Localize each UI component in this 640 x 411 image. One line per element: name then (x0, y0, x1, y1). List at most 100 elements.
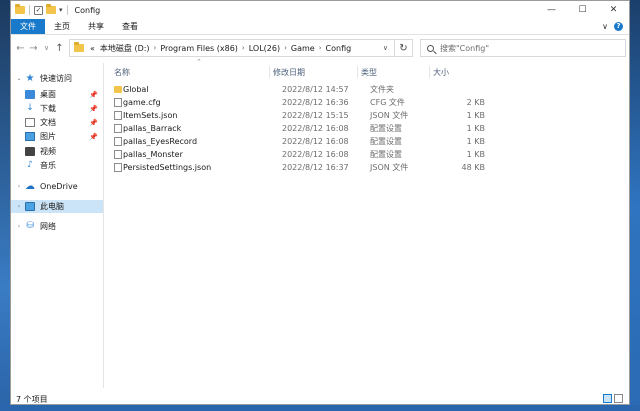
window-title: Config (74, 5, 101, 15)
close-button[interactable]: ✕ (598, 1, 629, 19)
address-bar[interactable]: « 本地磁盘 (D:) › Program Files (x86) › LOL(… (69, 39, 395, 57)
file-type: 文件夹 (370, 85, 394, 94)
sort-ascending-icon: ⌃ (196, 58, 202, 66)
desktop-icon (25, 90, 35, 99)
refresh-button[interactable]: ↻ (395, 39, 413, 57)
search-box[interactable] (420, 39, 626, 57)
new-folder-icon[interactable] (46, 4, 56, 14)
properties-icon[interactable]: ✓ (34, 5, 43, 15)
breadcrumb-item[interactable]: LOL(26) (249, 44, 280, 53)
details-view-icon[interactable] (603, 394, 612, 403)
table-row[interactable]: game.cfg 2022/8/12 16:36 CFG 文件 2 KB (111, 96, 491, 109)
column-header-type[interactable]: 类型 (357, 66, 429, 78)
sidebar-item-label: OneDrive (40, 182, 78, 191)
chevron-right-icon[interactable]: › (319, 44, 322, 52)
file-icon (114, 163, 122, 172)
pc-icon (25, 202, 35, 211)
tab-file[interactable]: 文件 (11, 19, 45, 34)
table-row[interactable]: ItemSets.json 2022/8/12 15:15 JSON 文件 1 … (111, 109, 491, 122)
folder-icon (15, 4, 25, 14)
sidebar-item-label: 此电脑 (40, 202, 64, 211)
sidebar-item-label: 下载 (40, 104, 56, 113)
file-name: pallas_Barrack (123, 124, 182, 133)
customize-toolbar-icon[interactable]: ▾ (59, 6, 63, 14)
folder-icon (74, 42, 84, 52)
sidebar-item-documents[interactable]: 文档 📌 (11, 116, 103, 129)
help-icon[interactable]: ? (614, 22, 623, 31)
sidebar-item-label: 音乐 (40, 161, 56, 170)
file-type: JSON 文件 (370, 163, 409, 172)
file-list: Global 2022/8/12 14:57 文件夹 game.cfg 2022… (111, 83, 491, 174)
maximize-button[interactable]: ☐ (567, 1, 598, 19)
table-row[interactable]: Global 2022/8/12 14:57 文件夹 (111, 83, 491, 96)
file-date: 2022/8/12 16:37 (282, 163, 349, 172)
table-row[interactable]: pallas_Barrack 2022/8/12 16:08 配置设置 1 KB (111, 122, 491, 135)
chevron-right-icon[interactable]: › (15, 223, 23, 230)
table-row[interactable]: pallas_Monster 2022/8/12 16:08 配置设置 1 KB (111, 148, 491, 161)
file-icon (114, 137, 122, 146)
breadcrumb-item[interactable]: Config (326, 44, 352, 53)
column-headers: ⌃ 名称 修改日期 类型 大小 (111, 58, 531, 78)
forward-arrow-icon[interactable]: → (27, 43, 40, 54)
sidebar-item-pictures[interactable]: 图片 📌 (11, 130, 103, 143)
chevron-right-icon[interactable]: › (15, 203, 23, 210)
status-bar: 7 个项目 (11, 393, 629, 405)
folder-icon (114, 86, 122, 93)
file-size: 1 KB (466, 124, 485, 133)
chevron-down-icon[interactable]: ∨ (383, 44, 388, 52)
file-name: pallas_EyesRecord (123, 137, 198, 146)
file-size: 1 KB (466, 137, 485, 146)
file-icon (114, 111, 122, 120)
star-icon: ★ (25, 73, 35, 84)
up-arrow-icon[interactable]: ↑ (53, 43, 66, 54)
sidebar-item-label: 桌面 (40, 90, 56, 99)
breadcrumb-overflow[interactable]: « (90, 44, 95, 53)
column-header-size[interactable]: 大小 (429, 66, 489, 78)
tab-view[interactable]: 查看 (113, 19, 147, 34)
table-row[interactable]: PersistedSettings.json 2022/8/12 16:37 J… (111, 161, 491, 174)
item-count: 7 个项目 (16, 394, 48, 404)
sidebar-item-desktop[interactable]: 桌面 📌 (11, 88, 103, 101)
recent-locations-icon[interactable]: ∨ (40, 44, 53, 52)
column-header-name[interactable]: 名称 (111, 66, 269, 78)
chevron-right-icon[interactable]: › (15, 183, 23, 190)
pictures-icon (25, 132, 35, 141)
breadcrumb-item[interactable]: Program Files (x86) (160, 44, 238, 53)
file-icon (114, 150, 122, 159)
column-header-date[interactable]: 修改日期 (269, 66, 357, 78)
chevron-right-icon[interactable]: › (284, 44, 287, 52)
file-type: 配置设置 (370, 124, 402, 133)
download-icon: ↓ (26, 103, 34, 113)
sidebar-item-music[interactable]: ♪ 音乐 (11, 159, 103, 172)
table-row[interactable]: pallas_EyesRecord 2022/8/12 16:08 配置设置 1… (111, 135, 491, 148)
sidebar-item-downloads[interactable]: ↓ 下载 📌 (11, 102, 103, 115)
sidebar-item-network[interactable]: › ⛁ 网络 (11, 220, 103, 233)
address-row: ← → ∨ ↑ « 本地磁盘 (D:) › Program Files (x86… (11, 37, 629, 59)
chevron-down-icon[interactable]: ⌄ (15, 75, 23, 82)
search-input[interactable] (440, 43, 610, 53)
file-icon (114, 124, 122, 133)
file-date: 2022/8/12 14:57 (282, 85, 349, 94)
sidebar-item-this-pc[interactable]: › 此电脑 (11, 200, 103, 213)
breadcrumb-item[interactable]: 本地磁盘 (D:) (100, 43, 150, 54)
back-arrow-icon[interactable]: ← (14, 43, 27, 54)
cloud-icon: ☁ (25, 181, 35, 192)
sidebar-item-quick-access[interactable]: ⌄ ★ 快速访问 (11, 72, 103, 85)
tab-home[interactable]: 主页 (45, 19, 79, 34)
minimize-button[interactable]: — (536, 1, 567, 19)
chevron-right-icon[interactable]: › (242, 44, 245, 52)
file-name: pallas_Monster (123, 150, 183, 159)
tab-share[interactable]: 共享 (79, 19, 113, 34)
title-bar: ✓ ▾ Config — ☐ ✕ (11, 1, 629, 19)
sidebar-item-label: 快速访问 (40, 74, 72, 83)
sidebar-item-onedrive[interactable]: › ☁ OneDrive (11, 180, 103, 193)
breadcrumb-item[interactable]: Game (291, 44, 315, 53)
large-icons-view-icon[interactable] (614, 394, 623, 403)
sidebar-item-videos[interactable]: 视频 (11, 145, 103, 158)
file-name: game.cfg (123, 98, 161, 107)
expand-ribbon-icon[interactable]: ∨ (602, 22, 608, 31)
pane-divider[interactable] (103, 63, 104, 388)
file-type: 配置设置 (370, 137, 402, 146)
chevron-right-icon[interactable]: › (154, 44, 157, 52)
quick-access-toolbar: ✓ ▾ (11, 4, 69, 15)
